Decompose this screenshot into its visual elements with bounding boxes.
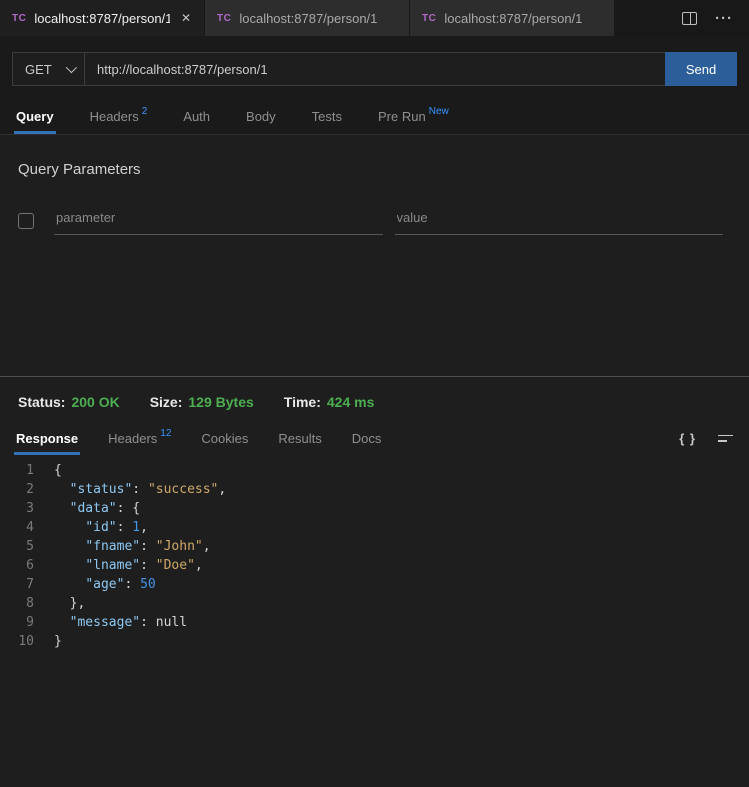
line-number: 4 xyxy=(0,518,34,537)
code-line: 5 "fname": "John", xyxy=(0,537,749,556)
send-button[interactable]: Send xyxy=(665,52,737,86)
close-icon[interactable]: ✕ xyxy=(178,9,194,27)
line-number: 9 xyxy=(0,613,34,632)
tab-tests[interactable]: Tests xyxy=(312,98,342,134)
code-line: 3 "data": { xyxy=(0,499,749,518)
line-number: 7 xyxy=(0,575,34,594)
code-text: }, xyxy=(34,594,85,613)
code-text: "lname": "Doe", xyxy=(34,556,203,575)
parameter-row xyxy=(18,206,723,235)
tab-label: Pre Run xyxy=(378,109,426,124)
new-badge: New xyxy=(429,106,449,117)
request-bar: GET Send xyxy=(0,36,749,98)
tab-label: Headers xyxy=(108,431,157,446)
tab-label: Response xyxy=(16,431,78,446)
tab-docs[interactable]: Docs xyxy=(352,421,382,455)
tab-results[interactable]: Results xyxy=(278,421,321,455)
tab-body[interactable]: Body xyxy=(246,98,276,134)
editor-tab-title: localhost:8787/person/1 xyxy=(239,11,399,26)
tab-strip-actions: ··· xyxy=(615,0,749,36)
status-label: Status: xyxy=(18,394,65,410)
code-text: "fname": "John", xyxy=(34,537,211,556)
editor-tab-3[interactable]: TC localhost:8787/person/1 xyxy=(410,0,615,36)
wrap-lines-icon[interactable] xyxy=(718,435,733,442)
response-tabs: Response Headers12 Cookies Results Docs … xyxy=(0,421,749,455)
tab-label: Docs xyxy=(352,431,382,446)
tab-label: Tests xyxy=(312,109,342,124)
line-number: 5 xyxy=(0,537,34,556)
tab-label: Query xyxy=(16,109,54,124)
code-text: "id": 1, xyxy=(34,518,148,537)
parameter-value-input[interactable] xyxy=(395,206,724,235)
response-status-bar: Status: 200 OK Size: 129 Bytes Time: 424… xyxy=(0,377,749,421)
status-code: Status: 200 OK xyxy=(18,394,120,410)
parameter-name-input[interactable] xyxy=(54,206,383,235)
response-actions: { } xyxy=(411,421,749,455)
editor-tab-2[interactable]: TC localhost:8787/person/1 xyxy=(205,0,410,36)
query-parameters-heading: Query Parameters xyxy=(18,161,723,178)
request-tabs: Query Headers2 Auth Body Tests Pre RunNe… xyxy=(0,98,749,135)
thunder-client-icon: TC xyxy=(217,13,231,24)
tab-label: Cookies xyxy=(201,431,248,446)
query-parameters-panel: Query Parameters xyxy=(0,135,749,376)
split-editor-icon[interactable] xyxy=(682,12,697,25)
size-value: 129 Bytes xyxy=(188,394,253,410)
code-text: "data": { xyxy=(34,499,140,518)
status-value: 200 OK xyxy=(71,394,119,410)
headers-count-badge: 12 xyxy=(160,428,171,439)
editor-tab-1[interactable]: TC localhost:8787/person/1 ✕ xyxy=(0,0,205,36)
time-value: 424 ms xyxy=(327,394,374,410)
line-number: 2 xyxy=(0,480,34,499)
method-dropdown[interactable]: GET xyxy=(13,53,85,85)
editor-tab-strip: TC localhost:8787/person/1 ✕ TC localhos… xyxy=(0,0,749,36)
thunder-client-icon: TC xyxy=(12,13,26,24)
code-line: 6 "lname": "Doe", xyxy=(0,556,749,575)
editor-tab-title: localhost:8787/person/1 xyxy=(444,11,604,26)
code-text: } xyxy=(34,632,62,651)
tab-label: Results xyxy=(278,431,321,446)
time-label: Time: xyxy=(284,394,321,410)
line-number: 10 xyxy=(0,632,34,651)
response-size: Size: 129 Bytes xyxy=(150,394,254,410)
tab-headers[interactable]: Headers2 xyxy=(90,98,148,134)
line-number: 3 xyxy=(0,499,34,518)
format-json-icon[interactable]: { } xyxy=(679,431,696,446)
tab-response[interactable]: Response xyxy=(16,421,78,455)
size-label: Size: xyxy=(150,394,183,410)
code-line: 10} xyxy=(0,632,749,651)
tab-label: Headers xyxy=(90,109,139,124)
line-number: 8 xyxy=(0,594,34,613)
headers-count-badge: 2 xyxy=(142,106,148,117)
code-text: "status": "success", xyxy=(34,480,226,499)
code-line: 1{ xyxy=(0,461,749,480)
code-line: 9 "message": null xyxy=(0,613,749,632)
tab-response-headers[interactable]: Headers12 xyxy=(108,421,171,455)
tab-label: Body xyxy=(246,109,276,124)
chevron-down-icon xyxy=(66,62,77,73)
tab-query[interactable]: Query xyxy=(16,98,54,134)
tab-auth[interactable]: Auth xyxy=(183,98,210,134)
thunder-client-icon: TC xyxy=(422,13,436,24)
editor-tab-title: localhost:8787/person/1 xyxy=(34,11,170,26)
code-text: "age": 50 xyxy=(34,575,156,594)
parameter-checkbox[interactable] xyxy=(18,213,34,229)
more-actions-icon[interactable]: ··· xyxy=(715,11,733,26)
response-body-viewer[interactable]: 1{2 "status": "success",3 "data": {4 "id… xyxy=(0,455,749,787)
url-input[interactable] xyxy=(85,53,665,85)
code-line: 4 "id": 1, xyxy=(0,518,749,537)
tab-pre-run[interactable]: Pre RunNew xyxy=(378,98,449,134)
line-number: 1 xyxy=(0,461,34,480)
tab-cookies[interactable]: Cookies xyxy=(201,421,248,455)
code-line: 8 }, xyxy=(0,594,749,613)
response-time: Time: 424 ms xyxy=(284,394,375,410)
method-label: GET xyxy=(25,62,52,77)
code-text: "message": null xyxy=(34,613,187,632)
code-text: { xyxy=(34,461,62,480)
tab-label: Auth xyxy=(183,109,210,124)
line-number: 6 xyxy=(0,556,34,575)
code-line: 2 "status": "success", xyxy=(0,480,749,499)
code-line: 7 "age": 50 xyxy=(0,575,749,594)
